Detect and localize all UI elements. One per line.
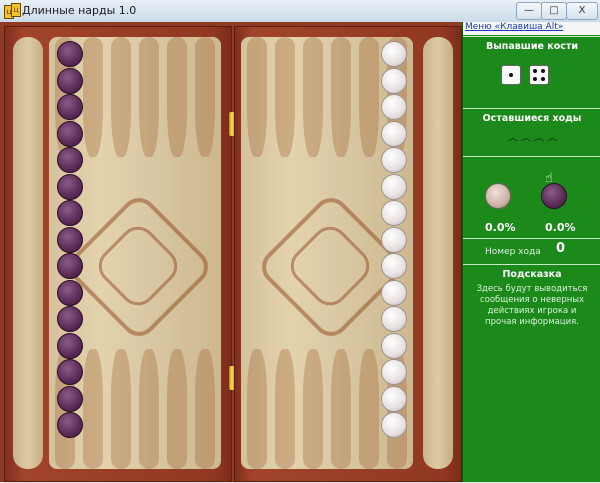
black-player-icon	[541, 183, 567, 209]
light-checker[interactable]	[381, 41, 407, 67]
dark-checker[interactable]	[57, 332, 83, 359]
point[interactable]	[331, 349, 351, 469]
move-number-label: Номер хода	[485, 247, 541, 257]
die-one-icon	[501, 65, 521, 85]
bear-off-slot-left[interactable]	[13, 37, 43, 469]
light-checker[interactable]	[381, 173, 407, 200]
point[interactable]	[359, 37, 379, 157]
point[interactable]	[275, 349, 295, 469]
light-checker[interactable]	[381, 147, 407, 173]
point[interactable]	[139, 37, 159, 157]
minimize-button[interactable]: —	[516, 2, 542, 20]
title-bar: ц ц Длинные нарды 1.0 — □ X	[0, 0, 600, 23]
dark-checker[interactable]	[57, 147, 83, 173]
light-checker[interactable]	[381, 359, 407, 385]
light-checker[interactable]	[381, 120, 407, 147]
point[interactable]	[195, 37, 215, 157]
die-four-icon	[529, 65, 549, 85]
close-button[interactable]: X	[566, 2, 598, 20]
dark-checker[interactable]	[57, 226, 83, 253]
dark-checker[interactable]	[57, 359, 83, 385]
ornament-icon: ෴ ෴ ෴ ෴	[507, 131, 558, 145]
hint-section: Подсказка Здесь будут выводиться сообщен…	[463, 264, 600, 483]
point[interactable]	[167, 349, 187, 469]
remaining-moves-title: Оставшиеся ходы	[482, 113, 582, 124]
point[interactable]	[195, 349, 215, 469]
dark-checker[interactable]	[57, 94, 83, 120]
menu-link[interactable]: Меню «Клавиша Alt»	[463, 22, 563, 32]
point[interactable]	[247, 349, 267, 469]
point[interactable]	[111, 349, 131, 469]
dark-checker[interactable]	[57, 173, 83, 200]
menu-bar: Меню «Клавиша Alt»	[463, 22, 600, 35]
light-checker[interactable]	[381, 306, 407, 332]
point[interactable]	[139, 349, 159, 469]
light-checker[interactable]	[381, 412, 407, 438]
point[interactable]	[303, 349, 323, 469]
score-section: ☝ 0.0% 0.0%	[463, 156, 600, 239]
dark-checker[interactable]	[57, 120, 83, 147]
side-panel: Меню «Клавиша Alt» Выпавшие кости Оставш…	[462, 22, 600, 482]
board-frame	[0, 22, 462, 482]
dark-checker[interactable]	[57, 67, 83, 94]
light-checker[interactable]	[381, 226, 407, 253]
point[interactable]	[359, 349, 379, 469]
move-number-value: 0	[556, 241, 566, 256]
white-percent: 0.0%	[485, 221, 516, 234]
light-checker[interactable]	[381, 385, 407, 412]
light-checker[interactable]	[381, 94, 407, 120]
move-number-section: Номер хода 0	[463, 238, 600, 265]
dark-checker[interactable]	[57, 412, 83, 438]
app-logo-icon: ц ц	[4, 3, 21, 19]
point[interactable]	[275, 37, 295, 157]
white-player-icon	[485, 183, 511, 209]
point[interactable]	[303, 37, 323, 157]
board-right-half[interactable]	[234, 26, 462, 482]
window-title: Длинные нарды 1.0	[22, 4, 137, 17]
point[interactable]	[111, 37, 131, 157]
pointing-hand-icon: ☝	[545, 171, 553, 186]
point[interactable]	[83, 349, 103, 469]
hint-text: Здесь будут выводиться сообщения о невер…	[476, 284, 588, 327]
remaining-moves-section: Оставшиеся ходы ෴ ෴ ෴ ෴	[463, 108, 600, 157]
point[interactable]	[167, 37, 187, 157]
point[interactable]	[247, 37, 267, 157]
light-checker[interactable]	[381, 200, 407, 226]
black-percent: 0.0%	[545, 221, 576, 234]
point[interactable]	[83, 37, 103, 157]
light-checker[interactable]	[381, 332, 407, 359]
dark-checker[interactable]	[57, 306, 83, 332]
dark-checker[interactable]	[57, 41, 83, 67]
dark-checker[interactable]	[57, 385, 83, 412]
point[interactable]	[331, 37, 351, 157]
dice-section: Выпавшие кости	[463, 36, 600, 109]
dark-checker[interactable]	[57, 279, 83, 306]
hint-title: Подсказка	[502, 269, 562, 280]
light-checker[interactable]	[381, 279, 407, 306]
light-checker[interactable]	[381, 253, 407, 279]
bear-off-slot-right[interactable]	[423, 37, 453, 469]
board-left-half[interactable]	[4, 26, 232, 482]
dark-checker[interactable]	[57, 200, 83, 226]
dice	[501, 65, 561, 89]
dice-title: Выпавшие кости	[485, 41, 579, 52]
maximize-button[interactable]: □	[541, 2, 567, 20]
light-checker[interactable]	[381, 67, 407, 94]
dark-checker[interactable]	[57, 253, 83, 279]
